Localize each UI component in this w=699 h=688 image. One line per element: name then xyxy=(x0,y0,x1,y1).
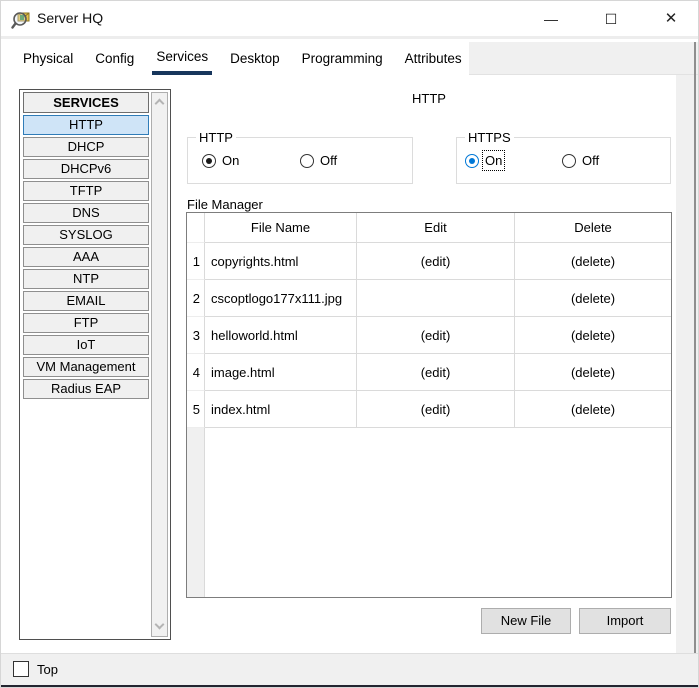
tab-bar: Physical Config Services Desktop Program… xyxy=(1,42,699,75)
delete-link[interactable]: (delete) xyxy=(515,280,671,317)
sidebar-item-radius-eap[interactable]: Radius EAP xyxy=(23,379,149,399)
http-on-radio[interactable]: On xyxy=(202,153,239,168)
window-right-border xyxy=(694,42,696,685)
table-empty-area xyxy=(187,428,671,597)
tab-services[interactable]: Services xyxy=(152,42,212,75)
tabs: Physical Config Services Desktop Program… xyxy=(19,42,466,75)
footer-bar: Top xyxy=(1,653,699,685)
titlebar: Server HQ — ☐ ✕ xyxy=(1,1,699,39)
edit-link[interactable]: (edit) xyxy=(357,391,515,428)
https-off-radio-icon[interactable] xyxy=(562,154,576,168)
table-row: 1 copyrights.html (edit) (delete) xyxy=(187,243,671,280)
edit-link[interactable]: (edit) xyxy=(357,317,515,354)
maximize-icon[interactable]: ☐ xyxy=(595,1,627,37)
sidebar-scrollbar[interactable] xyxy=(151,92,168,637)
tab-programming[interactable]: Programming xyxy=(298,42,387,75)
file-name-cell: copyrights.html xyxy=(205,243,357,280)
services-button-list: SERVICES HTTP DHCP DHCPv6 TFTP DNS SYSLO… xyxy=(23,92,149,401)
sidebar-item-syslog[interactable]: SYSLOG xyxy=(23,225,149,245)
https-on-radio[interactable]: On xyxy=(465,153,502,168)
column-header-edit: Edit xyxy=(357,213,515,243)
file-manager-label: File Manager xyxy=(187,197,263,212)
table-header-row: File Name Edit Delete xyxy=(187,213,671,243)
table-row: 5 index.html (edit) (delete) xyxy=(187,391,671,428)
sidebar-item-iot[interactable]: IoT xyxy=(23,335,149,355)
tab-physical[interactable]: Physical xyxy=(19,42,77,75)
delete-link[interactable]: (delete) xyxy=(515,354,671,391)
sidebar-item-tftp[interactable]: TFTP xyxy=(23,181,149,201)
sidebar-item-email[interactable]: EMAIL xyxy=(23,291,149,311)
top-checkbox[interactable] xyxy=(13,661,29,677)
column-header-delete: Delete xyxy=(515,213,671,243)
window-title: Server HQ xyxy=(37,10,103,26)
scroll-down-icon[interactable] xyxy=(155,622,164,631)
sidebar-item-http[interactable]: HTTP xyxy=(23,115,149,135)
services-header: SERVICES xyxy=(23,92,149,113)
row-number-gutter xyxy=(187,428,205,597)
http-group-label: HTTP xyxy=(196,130,236,145)
tabbar-filler xyxy=(469,42,699,75)
sidebar-item-ftp[interactable]: FTP xyxy=(23,313,149,333)
http-off-radio-icon[interactable] xyxy=(300,154,314,168)
table-row: 2 cscoptlogo177x111.jpg (delete) xyxy=(187,280,671,317)
file-name-cell: cscoptlogo177x111.jpg xyxy=(205,280,357,317)
https-off-radio[interactable]: Off xyxy=(562,153,599,168)
close-icon[interactable]: ✕ xyxy=(655,1,687,37)
packet-tracer-app-icon xyxy=(11,9,33,31)
row-number: 5 xyxy=(187,391,205,428)
http-groupbox: HTTP On Off xyxy=(187,137,413,184)
sidebar-item-vm-management[interactable]: VM Management xyxy=(23,357,149,377)
tab-config[interactable]: Config xyxy=(91,42,138,75)
edit-link[interactable]: (edit) xyxy=(357,243,515,280)
https-group-label: HTTPS xyxy=(465,130,514,145)
https-on-radio-icon[interactable] xyxy=(465,154,479,168)
row-number: 1 xyxy=(187,243,205,280)
server-config-window: Server HQ — ☐ ✕ Physical Config Services… xyxy=(0,0,699,688)
https-groupbox: HTTPS On Off xyxy=(456,137,671,184)
file-name-cell: image.html xyxy=(205,354,357,391)
column-header-file-name: File Name xyxy=(205,213,357,243)
new-file-button[interactable]: New File xyxy=(481,608,571,634)
services-sidebar: SERVICES HTTP DHCP DHCPv6 TFTP DNS SYSLO… xyxy=(19,89,171,640)
http-off-radio[interactable]: Off xyxy=(300,153,337,168)
scroll-up-icon[interactable] xyxy=(155,98,164,107)
edit-link xyxy=(357,280,515,317)
delete-link[interactable]: (delete) xyxy=(515,243,671,280)
page-title: HTTP xyxy=(186,91,672,106)
top-checkbox-label: Top xyxy=(37,662,58,677)
edit-link[interactable]: (edit) xyxy=(357,354,515,391)
table-row: 4 image.html (edit) (delete) xyxy=(187,354,671,391)
http-on-radio-icon[interactable] xyxy=(202,154,216,168)
file-manager-table: File Name Edit Delete 1 copyrights.html … xyxy=(186,212,672,598)
sidebar-item-dns[interactable]: DNS xyxy=(23,203,149,223)
row-number: 4 xyxy=(187,354,205,391)
minimize-icon[interactable]: — xyxy=(535,1,567,37)
delete-link[interactable]: (delete) xyxy=(515,317,671,354)
file-name-cell: index.html xyxy=(205,391,357,428)
row-number: 2 xyxy=(187,280,205,317)
row-number: 3 xyxy=(187,317,205,354)
tab-desktop[interactable]: Desktop xyxy=(226,42,284,75)
sidebar-item-aaa[interactable]: AAA xyxy=(23,247,149,267)
table-row: 3 helloworld.html (edit) (delete) xyxy=(187,317,671,354)
tab-attributes[interactable]: Attributes xyxy=(401,42,466,75)
row-number-header xyxy=(187,213,205,243)
delete-link[interactable]: (delete) xyxy=(515,391,671,428)
sidebar-item-dhcpv6[interactable]: DHCPv6 xyxy=(23,159,149,179)
file-name-cell: helloworld.html xyxy=(205,317,357,354)
sidebar-item-dhcp[interactable]: DHCP xyxy=(23,137,149,157)
sidebar-item-ntp[interactable]: NTP xyxy=(23,269,149,289)
import-button[interactable]: Import xyxy=(579,608,671,634)
